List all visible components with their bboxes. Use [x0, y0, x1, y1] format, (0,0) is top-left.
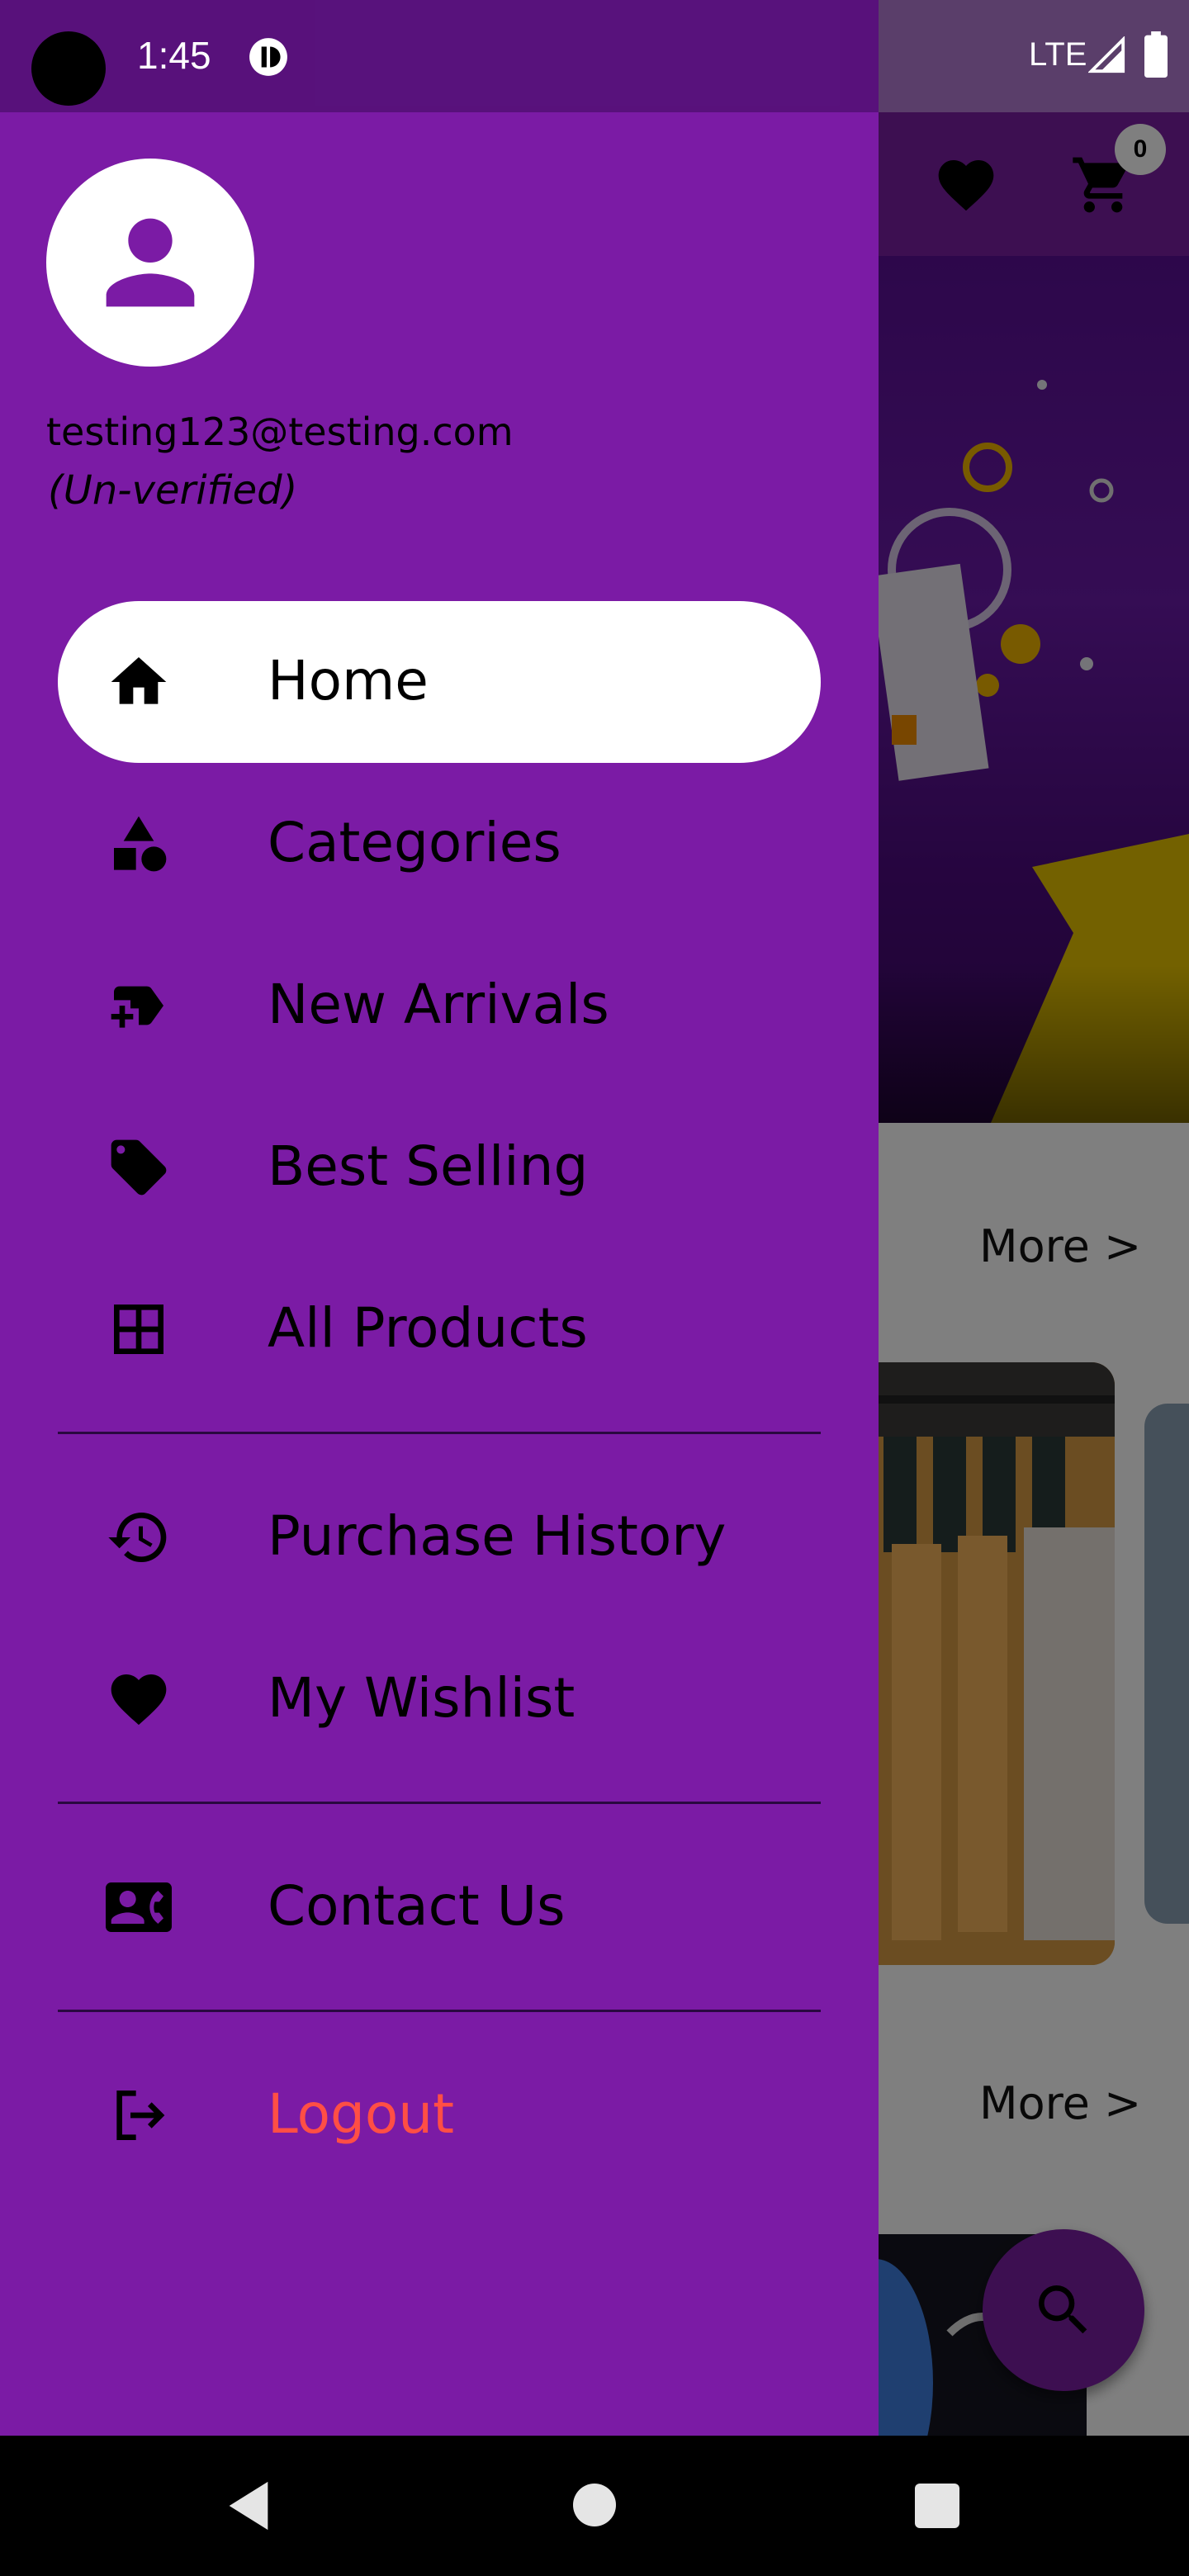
drawer-item-label: Best Selling [268, 1134, 589, 1198]
drawer-divider [58, 1802, 821, 1804]
drawer-item-label: New Arrivals [268, 973, 609, 1036]
drawer-item-home[interactable]: Home [58, 601, 821, 763]
drawer-item-my-wishlist[interactable]: My Wishlist [58, 1618, 821, 1780]
drawer-item-label: Contact Us [268, 1874, 566, 1938]
signal-icon [1088, 36, 1125, 73]
grid-icon [114, 1305, 163, 1354]
camera-cutout [31, 31, 106, 106]
drawer-divider [58, 1432, 821, 1434]
verification-status: (Un-verified) [48, 467, 298, 514]
notification-app-icon [249, 38, 287, 76]
history-icon [108, 1513, 167, 1562]
drawer-item-label: All Products [268, 1296, 588, 1360]
drawer-item-label: Logout [268, 2082, 454, 2146]
system-nav-bar [0, 2436, 1189, 2576]
contact-card-icon [106, 1882, 172, 1932]
category-icon [114, 816, 167, 872]
person-icon [106, 218, 195, 307]
new-label-icon [111, 986, 163, 1028]
drawer-item-best-selling[interactable]: Best Selling [58, 1087, 821, 1248]
drawer-item-label: My Wishlist [268, 1666, 576, 1730]
drawer-item-label: Categories [268, 811, 561, 874]
heart-icon [111, 1674, 167, 1726]
drawer-item-purchase-history[interactable]: Purchase History [58, 1456, 821, 1618]
drawer-item-label: Purchase History [268, 1504, 727, 1568]
drawer-divider [58, 2010, 821, 2012]
back-icon[interactable] [220, 2475, 277, 2536]
home-icon [111, 657, 167, 704]
avatar[interactable] [46, 159, 254, 367]
status-bar: 1:45 LTE [0, 0, 1189, 112]
user-email: testing123@testing.com [46, 410, 514, 454]
drawer-item-logout[interactable]: Logout [58, 2034, 821, 2196]
navigation-drawer: testing123@testing.com (Un-verified) Hom… [0, 0, 879, 2436]
home-button-icon[interactable] [573, 2484, 616, 2526]
battery-icon [1144, 31, 1168, 78]
drawer-item-new-arrivals[interactable]: New Arrivals [58, 925, 821, 1087]
drawer-item-categories[interactable]: Categories [58, 763, 821, 925]
status-time: 1:45 [137, 34, 211, 77]
recents-icon[interactable] [915, 2484, 959, 2528]
drawer-item-label: Home [268, 649, 429, 713]
logout-icon [116, 2091, 165, 2140]
tag-icon [111, 1139, 167, 1196]
network-type: LTE [1029, 36, 1087, 73]
drawer-item-contact-us[interactable]: Contact Us [58, 1826, 821, 1988]
drawer-item-all-products[interactable]: All Products [58, 1248, 821, 1410]
